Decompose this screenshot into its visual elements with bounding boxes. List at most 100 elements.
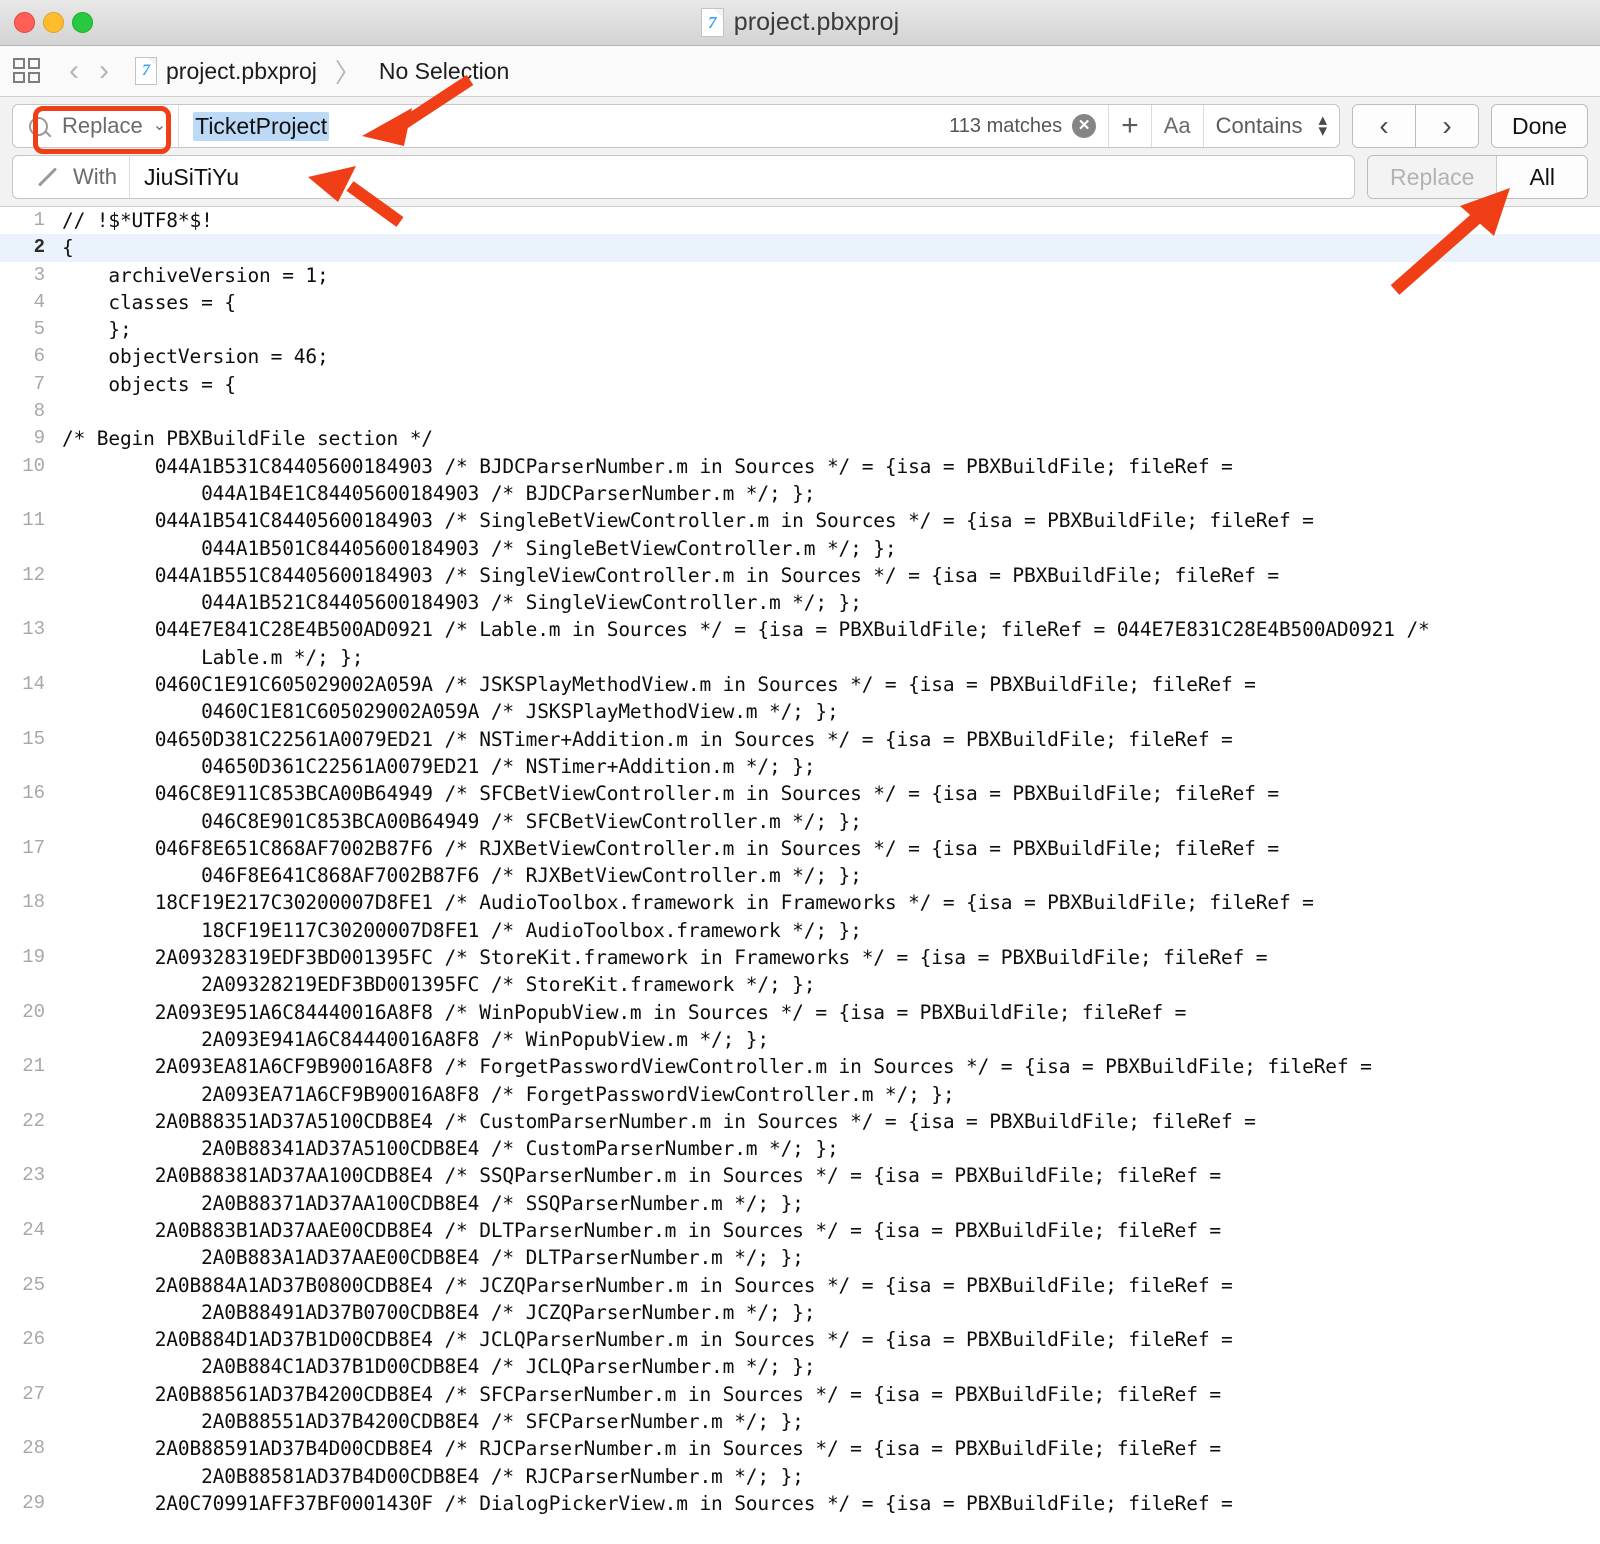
code-line[interactable]: 9 /* Begin PBXBuildFile section */ [0, 425, 1600, 452]
code-line[interactable]: 26 2A0B884D1AD37B1D00CDB8E4 /* JCLQParse… [0, 1326, 1600, 1381]
breadcrumb-item-selection[interactable]: No Selection [379, 58, 509, 85]
breadcrumb-item-file[interactable]: project.pbxproj [166, 58, 317, 85]
find-input[interactable]: TicketProject [179, 111, 937, 141]
code-text: { [62, 236, 74, 260]
code-line[interactable]: 12 044A1B551C84405600184903 /* SingleVie… [0, 562, 1600, 617]
done-button[interactable]: Done [1491, 104, 1588, 148]
code-line[interactable]: 29 2A0C70991AFF37BF0001430F /* DialogPic… [0, 1490, 1600, 1517]
code-text: 2A093E951A6C84440016A8F8 /* WinPopubView… [62, 999, 1600, 1054]
line-number: 27 [22, 1382, 45, 1405]
code-line[interactable]: 3 archiveVersion = 1; [0, 262, 1600, 289]
code-line[interactable]: 17 046F8E651C868AF7002B87F6 /* RJXBetVie… [0, 835, 1600, 890]
match-case-button[interactable]: Aa [1152, 105, 1204, 147]
code-text-wrapped: 046C8E901C853BCA00B64949 /* SFCBetViewCo… [62, 809, 862, 833]
code-text-wrapped: 2A0B88371AD37AA100CDB8E4 /* SSQParserNum… [62, 1191, 804, 1215]
code-text: classes = { [62, 290, 236, 314]
jump-bar: ‹ › 7 project.pbxproj 〉 No Selection [0, 46, 1600, 97]
code-text: 046C8E911C853BCA00B64949 /* SFCBetViewCo… [62, 780, 1600, 835]
code-line[interactable]: 10 044A1B531C84405600184903 /* BJDCParse… [0, 453, 1600, 508]
replace-button[interactable]: Replace [1368, 156, 1498, 198]
code-text-wrapped: 2A0B88551AD37B4200CDB8E4 /* SFCParserNum… [62, 1410, 804, 1434]
add-filter-button[interactable]: + [1109, 105, 1152, 147]
related-items-icon[interactable] [13, 58, 41, 84]
code-line[interactable]: 4 classes = { [0, 289, 1600, 316]
code-line[interactable]: 20 2A093E951A6C84440016A8F8 /* WinPopubV… [0, 999, 1600, 1054]
code-line[interactable]: 18 18CF19E217C30200007D8FE1 /* AudioTool… [0, 889, 1600, 944]
code-text: 04650D381C22561A0079ED21 /* NSTimer+Addi… [62, 726, 1600, 781]
match-count-group: 113 matches ✕ [937, 105, 1110, 147]
code-line[interactable]: 25 2A0B884A1AD37B0800CDB8E4 /* JCZQParse… [0, 1272, 1600, 1327]
code-text: 2A0B884D1AD37B1D00CDB8E4 /* JCLQParserNu… [62, 1326, 1600, 1381]
code-text-wrapped: 2A09328219EDF3BD001395FC /* StoreKit.fra… [62, 973, 816, 997]
line-number: 17 [22, 836, 45, 859]
code-text-wrapped: 2A093EA71A6CF9B90016A8F8 /* ForgetPasswo… [62, 1082, 955, 1106]
line-number: 16 [22, 782, 45, 805]
code-line[interactable]: 27 2A0B88561AD37B4200CDB8E4 /* SFCParser… [0, 1381, 1600, 1436]
code-line[interactable]: 14 0460C1E91C605029002A059A /* JSKSPlayM… [0, 671, 1600, 726]
stepper-icon[interactable]: ▴ ▾ [1318, 112, 1328, 140]
code-text: 044A1B541C84405600184903 /* SingleBetVie… [62, 507, 1600, 562]
previous-match-button[interactable]: ‹ [1353, 105, 1417, 147]
next-match-button[interactable]: › [1416, 105, 1479, 147]
line-number: 14 [22, 673, 45, 696]
code-line[interactable]: 7 objects = { [0, 371, 1600, 398]
code-line[interactable]: 24 2A0B883B1AD37AAE00CDB8E4 /* DLTParser… [0, 1217, 1600, 1272]
code-line[interactable]: 5 }; [0, 316, 1600, 343]
match-style-selector[interactable]: Contains ▴ ▾ [1204, 105, 1339, 147]
code-line[interactable]: 16 046C8E911C853BCA00B64949 /* SFCBetVie… [0, 780, 1600, 835]
breadcrumb-file-icon[interactable]: 7 [135, 57, 157, 85]
line-number: 24 [22, 1218, 45, 1241]
window-controls [14, 0, 93, 45]
code-text-wrapped: 0460C1E81C605029002A059A /* JSKSPlayMeth… [62, 700, 839, 724]
xcode-window: 7 project.pbxproj ‹ › 7 project.pbxproj … [0, 0, 1600, 1544]
case-sensitivity-icon: Aa [1163, 113, 1191, 138]
replace-input[interactable]: JiuSiTiYu [130, 164, 239, 191]
line-number: 4 [33, 290, 45, 313]
line-number: 12 [22, 563, 45, 586]
line-number: 28 [22, 1437, 45, 1460]
line-number: 8 [33, 400, 45, 423]
code-line[interactable]: 8 [0, 398, 1600, 425]
code-text: 2A0C70991AFF37BF0001430F /* DialogPicker… [62, 1491, 1233, 1515]
close-button-icon[interactable] [14, 12, 35, 33]
code-line[interactable]: 2{ [0, 234, 1600, 262]
line-number: 22 [22, 1109, 45, 1132]
clear-search-icon[interactable]: ✕ [1072, 114, 1097, 138]
replace-with-label: With [73, 164, 117, 189]
code-line[interactable]: 13 044E7E841C28E4B500AD0921 /* Lable.m i… [0, 616, 1600, 671]
window-title-group: 7 project.pbxproj [700, 8, 899, 37]
find-field[interactable]: Replace ⌄ TicketProject 113 matches ✕ + … [12, 104, 1341, 148]
line-number: 25 [22, 1273, 45, 1296]
replace-field[interactable]: With JiuSiTiYu [12, 155, 1356, 199]
code-line[interactable]: 23 2A0B88381AD37AA100CDB8E4 /* SSQParser… [0, 1162, 1600, 1217]
code-line[interactable]: 11 044A1B541C84405600184903 /* SingleBet… [0, 507, 1600, 562]
code-text-wrapped: 2A0B88581AD37B4D00CDB8E4 /* RJCParserNum… [62, 1464, 804, 1488]
code-line[interactable]: 21 2A093EA81A6CF9B90016A8F8 /* ForgetPas… [0, 1053, 1600, 1108]
line-number: 3 [33, 263, 45, 286]
replace-row: With JiuSiTiYu Replace All [12, 155, 1588, 199]
code-text: objectVersion = 46; [62, 345, 329, 369]
plus-icon: + [1121, 109, 1139, 142]
code-line[interactable]: 19 2A09328319EDF3BD001395FC /* StoreKit.… [0, 944, 1600, 999]
code-text: 044A1B551C84405600184903 /* SingleViewCo… [62, 562, 1600, 617]
find-query-text: TicketProject [193, 111, 330, 141]
stepper-down-icon: ▾ [1318, 121, 1328, 140]
pbxproj-file-icon: 7 [700, 8, 724, 37]
code-line[interactable]: 15 04650D381C22561A0079ED21 /* NSTimer+A… [0, 726, 1600, 781]
maximize-button-icon[interactable] [72, 12, 93, 33]
line-number: 29 [22, 1491, 45, 1514]
find-replace-bar: Replace ⌄ TicketProject 113 matches ✕ + … [0, 97, 1600, 207]
line-number: 2 [33, 236, 45, 259]
code-line[interactable]: 28 2A0B88591AD37B4D00CDB8E4 /* RJCParser… [0, 1435, 1600, 1490]
code-line[interactable]: 6 objectVersion = 46; [0, 343, 1600, 370]
code-editor[interactable]: 1// !$*UTF8*$! 2{3 archiveVersion = 1; 4 c… [0, 207, 1600, 1544]
forward-chevron-icon[interactable]: › [89, 56, 119, 86]
line-number: 7 [33, 372, 45, 395]
code-line[interactable]: 1 // !$*UTF8*$! [0, 207, 1600, 234]
back-chevron-icon[interactable]: ‹ [59, 56, 89, 86]
minimize-button-icon[interactable] [43, 12, 64, 33]
replace-all-button[interactable]: All [1497, 156, 1587, 198]
code-line[interactable]: 22 2A0B88351AD37A5100CDB8E4 /* CustomPar… [0, 1108, 1600, 1163]
pencil-icon [37, 166, 59, 188]
code-text: 044E7E841C28E4B500AD0921 /* Lable.m in S… [62, 616, 1600, 671]
